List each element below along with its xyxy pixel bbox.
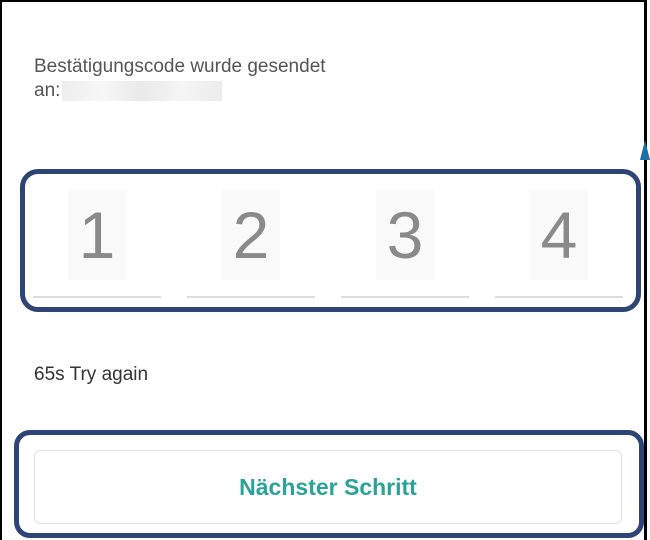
code-digit-2[interactable]: 2 (187, 180, 315, 298)
code-digit-1[interactable]: 1 (33, 180, 161, 298)
redacted-recipient (62, 81, 223, 101)
message-recipient-prefix: an: (34, 80, 61, 101)
code-digit-value: 2 (222, 190, 280, 280)
message-line2: an: (34, 79, 326, 103)
next-step-button[interactable]: Nächster Schritt (34, 450, 622, 524)
code-digit-value: 4 (530, 190, 588, 280)
annotation-arrow-icon (640, 140, 650, 160)
code-digit-underline (341, 296, 469, 298)
code-digit-value: 1 (68, 190, 126, 280)
code-digit-underline (187, 296, 315, 298)
code-digit-underline (495, 296, 623, 298)
resend-timer[interactable]: 65s Try again (34, 364, 148, 386)
message-line1: Bestätigungscode wurde gesendet (34, 56, 326, 77)
confirmation-message: Bestätigungscode wurde gesendet an: (34, 55, 326, 103)
code-digit-value: 3 (376, 190, 434, 280)
code-digit-3[interactable]: 3 (341, 180, 469, 298)
code-digit-underline (33, 296, 161, 298)
code-digit-4[interactable]: 4 (495, 180, 623, 298)
